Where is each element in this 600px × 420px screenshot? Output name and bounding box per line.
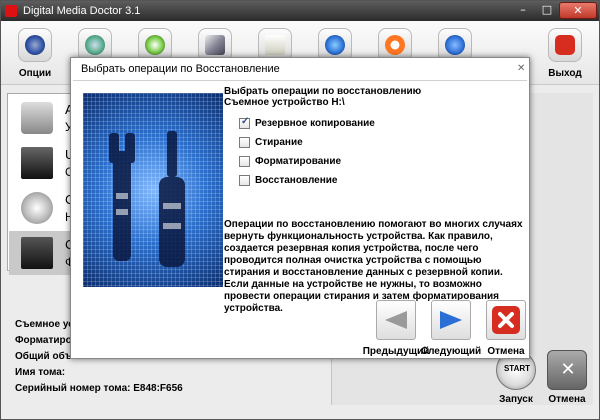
checkbox[interactable] bbox=[239, 156, 250, 167]
cancel-main-label: Отмена bbox=[548, 394, 586, 405]
dialog-device: Съемное устройство H:\ bbox=[224, 97, 345, 108]
tools-illustration bbox=[83, 93, 223, 287]
gear-icon bbox=[18, 28, 52, 62]
dialog-close-icon[interactable]: ✕ bbox=[517, 63, 527, 74]
cancel-icon: ✕ bbox=[560, 359, 576, 380]
exit-icon bbox=[548, 28, 582, 62]
sd-card-icon bbox=[21, 237, 53, 269]
operations-dialog: Выбрать операции по Восстановление ✕ Выб… bbox=[70, 57, 530, 359]
minimize-icon: – bbox=[520, 3, 526, 16]
check-icon: ✓ bbox=[241, 116, 250, 127]
app-window: Digital Media Doctor 3.1 – □ ✕ Опции Вых… bbox=[0, 0, 600, 420]
window-title: Digital Media Doctor 3.1 bbox=[23, 5, 141, 17]
dialog-body: Выбрать операции по восстановлению Съемн… bbox=[73, 80, 527, 357]
next-label: Следующий bbox=[420, 346, 482, 357]
close-button[interactable]: ✕ bbox=[559, 2, 597, 19]
dialog-cancel-label: Отмена bbox=[487, 346, 525, 357]
option-label: Восстановление bbox=[255, 175, 338, 186]
cancel-main-button[interactable]: ✕ bbox=[547, 350, 587, 390]
exit-button[interactable]: Выход bbox=[537, 24, 593, 82]
memory-card-icon bbox=[21, 147, 53, 179]
minimize-button[interactable]: – bbox=[511, 2, 535, 19]
previous-button[interactable] bbox=[376, 300, 416, 340]
hard-drive-icon bbox=[21, 102, 53, 134]
option-label: Стирание bbox=[255, 137, 303, 148]
options-button[interactable]: Опции bbox=[7, 24, 63, 82]
exit-label: Выход bbox=[548, 68, 582, 79]
arrow-left-icon bbox=[385, 311, 407, 329]
close-icon: ✕ bbox=[573, 4, 583, 17]
arrow-right-icon bbox=[440, 311, 462, 329]
wrench-screwdriver-icon bbox=[109, 131, 185, 267]
info-serial: Серийный номер тома: E848:F656 bbox=[15, 383, 183, 394]
checkbox[interactable]: ✓ bbox=[239, 116, 250, 129]
next-button[interactable] bbox=[431, 300, 471, 340]
option-label: Резервное копирование bbox=[255, 118, 375, 129]
checkbox[interactable] bbox=[239, 175, 250, 186]
disc-drive-icon bbox=[21, 192, 53, 224]
dialog-heading: Выбрать операции по восстановлению bbox=[224, 86, 422, 97]
start-icon: START bbox=[503, 364, 531, 373]
dialog-title: Выбрать операции по Восстановление bbox=[81, 63, 280, 75]
app-icon bbox=[5, 5, 17, 17]
checkbox[interactable] bbox=[239, 137, 250, 148]
maximize-button[interactable]: □ bbox=[535, 2, 559, 19]
maximize-icon: □ bbox=[541, 3, 553, 16]
dialog-description: Операции по восстановлению помогают во м… bbox=[224, 219, 523, 314]
dialog-cancel-button[interactable] bbox=[486, 300, 526, 340]
options-label: Опции bbox=[18, 68, 52, 79]
cancel-icon bbox=[492, 306, 520, 334]
option-label: Форматирование bbox=[255, 156, 342, 167]
info-volume-name: Имя тома: bbox=[15, 367, 66, 378]
title-bar: Digital Media Doctor 3.1 – □ ✕ bbox=[1, 1, 599, 21]
